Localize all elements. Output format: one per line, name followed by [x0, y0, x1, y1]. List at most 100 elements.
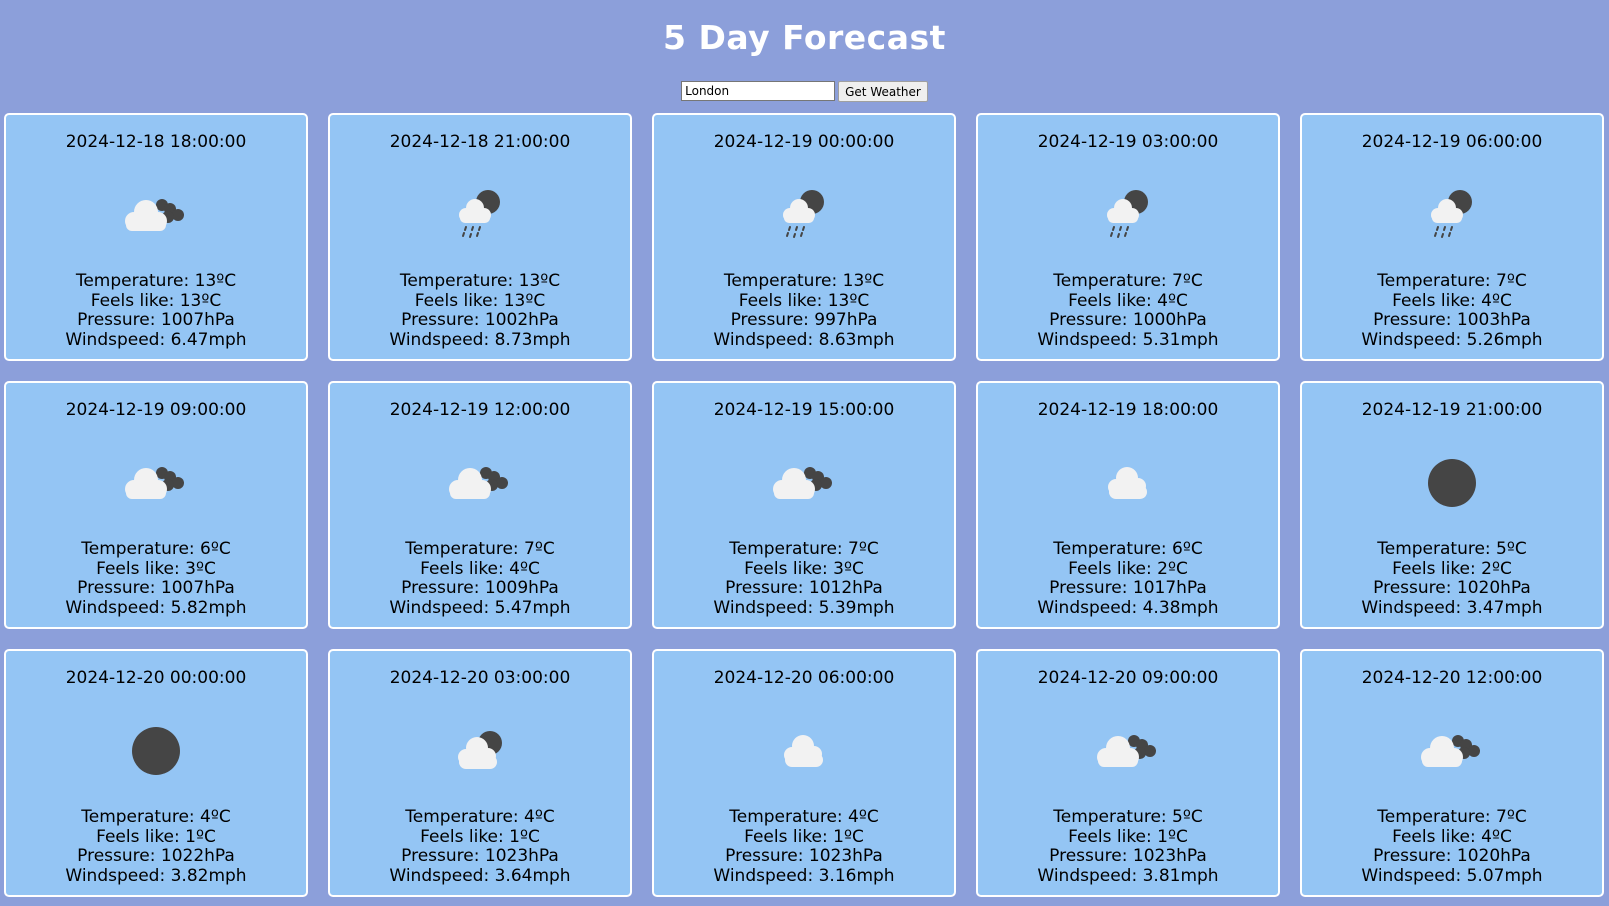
- feels-like-text: Feels like: 4ºC: [1392, 290, 1512, 311]
- temperature-text: Temperature: 4ºC: [81, 807, 231, 827]
- pressure-text: Pressure: 1002hPa: [401, 310, 559, 330]
- feels-like-text: Feels like: 1ºC: [1068, 826, 1188, 847]
- feels-like-text: Feels like: 1ºC: [744, 826, 864, 847]
- rain-night-icon: [440, 185, 520, 245]
- forecast-date: 2024-12-18 21:00:00: [389, 132, 571, 152]
- forecast-date: 2024-12-19 12:00:00: [389, 400, 571, 420]
- forecast-date: 2024-12-19 06:00:00: [1361, 132, 1543, 152]
- temperature-text: Temperature: 7ºC: [1377, 271, 1527, 291]
- temperature-text: Temperature: 13ºC: [399, 271, 561, 291]
- forecast-card: 2024-12-20 09:00:00 Temperature: 5ºC Fee…: [976, 649, 1280, 897]
- pressure-text: Pressure: 1009hPa: [401, 578, 559, 598]
- broken-clouds-icon: [116, 453, 196, 513]
- clear-night-icon: [116, 721, 196, 781]
- pressure-text: Pressure: 997hPa: [730, 310, 878, 330]
- pressure-text: Pressure: 1023hPa: [1049, 846, 1207, 866]
- forecast-card: 2024-12-19 15:00:00 Temperature: 7ºC Fee…: [652, 381, 956, 629]
- forecast-card: 2024-12-19 03:00:00 Temperature: 7ºC Fee…: [976, 113, 1280, 361]
- temperature-text: Temperature: 13ºC: [75, 271, 237, 291]
- feels-like-text: Feels like: 13ºC: [90, 290, 222, 311]
- forecast-card: 2024-12-20 03:00:00 Temperature: 4ºC Fee…: [328, 649, 632, 897]
- windspeed-text: Windspeed: 8.73mph: [389, 329, 571, 350]
- forecast-details: Temperature: 13ºC Feels like: 13ºC Press…: [6, 271, 306, 350]
- windspeed-text: Windspeed: 3.81mph: [1037, 865, 1219, 886]
- temperature-text: Temperature: 7ºC: [729, 539, 879, 559]
- broken-clouds-icon: [764, 453, 844, 513]
- pressure-text: Pressure: 1007hPa: [77, 578, 235, 598]
- feels-like-text: Feels like: 4ºC: [420, 558, 540, 579]
- forecast-date: 2024-12-18 18:00:00: [65, 132, 247, 152]
- forecast-details: Temperature: 13ºC Feels like: 13ºC Press…: [654, 271, 954, 350]
- feels-like-text: Feels like: 13ºC: [738, 290, 870, 311]
- search-bar: Get Weather: [0, 81, 1609, 102]
- pressure-text: Pressure: 1012hPa: [725, 578, 883, 598]
- forecast-details: Temperature: 6ºC Feels like: 2ºC Pressur…: [978, 539, 1278, 618]
- cloud-icon: [1088, 453, 1168, 513]
- forecast-date: 2024-12-20 12:00:00: [1361, 668, 1543, 688]
- pressure-text: Pressure: 1007hPa: [77, 310, 235, 330]
- pressure-text: Pressure: 1003hPa: [1373, 310, 1531, 330]
- rain-night-icon: [1412, 185, 1492, 245]
- broken-clouds-icon: [440, 453, 520, 513]
- forecast-card: 2024-12-20 00:00:00 Temperature: 4ºC Fee…: [4, 649, 308, 897]
- feels-like-text: Feels like: 3ºC: [744, 558, 864, 579]
- pressure-text: Pressure: 1020hPa: [1373, 578, 1531, 598]
- forecast-card: 2024-12-18 18:00:00 Temperature: 13ºC Fe…: [4, 113, 308, 361]
- windspeed-text: Windspeed: 5.82mph: [65, 597, 247, 618]
- forecast-details: Temperature: 7ºC Feels like: 4ºC Pressur…: [330, 539, 630, 618]
- forecast-card: 2024-12-19 18:00:00 Temperature: 6ºC Fee…: [976, 381, 1280, 629]
- cloud-icon: [764, 721, 844, 781]
- forecast-date: 2024-12-20 03:00:00: [389, 668, 571, 688]
- pressure-text: Pressure: 1000hPa: [1049, 310, 1207, 330]
- feels-like-text: Feels like: 1ºC: [96, 826, 216, 847]
- get-weather-button[interactable]: Get Weather: [838, 81, 928, 102]
- forecast-card: 2024-12-19 12:00:00 Temperature: 7ºC Fee…: [328, 381, 632, 629]
- windspeed-text: Windspeed: 5.31mph: [1037, 329, 1219, 350]
- forecast-details: Temperature: 7ºC Feels like: 4ºC Pressur…: [978, 271, 1278, 350]
- windspeed-text: Windspeed: 3.82mph: [65, 865, 247, 886]
- forecast-details: Temperature: 4ºC Feels like: 1ºC Pressur…: [6, 807, 306, 886]
- forecast-date: 2024-12-20 00:00:00: [65, 668, 247, 688]
- forecast-details: Temperature: 7ºC Feels like: 3ºC Pressur…: [654, 539, 954, 618]
- forecast-card: 2024-12-19 09:00:00 Temperature: 6ºC Fee…: [4, 381, 308, 629]
- temperature-text: Temperature: 5ºC: [1377, 539, 1527, 559]
- forecast-grid: 2024-12-18 18:00:00 Temperature: 13ºC Fe…: [4, 113, 1604, 897]
- temperature-text: Temperature: 4ºC: [405, 807, 555, 827]
- temperature-text: Temperature: 4ºC: [729, 807, 879, 827]
- forecast-card: 2024-12-20 06:00:00 Temperature: 4ºC Fee…: [652, 649, 956, 897]
- forecast-details: Temperature: 7ºC Feels like: 4ºC Pressur…: [1302, 807, 1602, 886]
- temperature-text: Temperature: 7ºC: [1053, 271, 1203, 291]
- broken-clouds-icon: [116, 185, 196, 245]
- forecast-date: 2024-12-19 18:00:00: [1037, 400, 1219, 420]
- forecast-card: 2024-12-18 21:00:00 Temperature: 13ºC Fe…: [328, 113, 632, 361]
- forecast-details: Temperature: 7ºC Feels like: 4ºC Pressur…: [1302, 271, 1602, 350]
- forecast-details: Temperature: 4ºC Feels like: 1ºC Pressur…: [330, 807, 630, 886]
- rain-night-icon: [1088, 185, 1168, 245]
- temperature-text: Temperature: 7ºC: [405, 539, 555, 559]
- broken-clouds-icon: [1088, 721, 1168, 781]
- broken-clouds-icon: [1412, 721, 1492, 781]
- temperature-text: Temperature: 7ºC: [1377, 807, 1527, 827]
- city-input[interactable]: [681, 81, 836, 101]
- feels-like-text: Feels like: 3ºC: [96, 558, 216, 579]
- forecast-date: 2024-12-20 06:00:00: [713, 668, 895, 688]
- forecast-card: 2024-12-20 12:00:00 Temperature: 7ºC Fee…: [1300, 649, 1604, 897]
- temperature-text: Temperature: 6ºC: [1053, 539, 1203, 559]
- feels-like-text: Feels like: 2ºC: [1068, 558, 1188, 579]
- windspeed-text: Windspeed: 5.39mph: [713, 597, 895, 618]
- pressure-text: Pressure: 1023hPa: [725, 846, 883, 866]
- forecast-date: 2024-12-19 03:00:00: [1037, 132, 1219, 152]
- page-title: 5 Day Forecast: [663, 18, 946, 57]
- windspeed-text: Windspeed: 5.26mph: [1361, 329, 1543, 350]
- forecast-card: 2024-12-19 21:00:00 Temperature: 5ºC Fee…: [1300, 381, 1604, 629]
- rain-night-icon: [764, 185, 844, 245]
- forecast-details: Temperature: 13ºC Feels like: 13ºC Press…: [330, 271, 630, 350]
- forecast-card: 2024-12-19 00:00:00 Temperature: 13ºC Fe…: [652, 113, 956, 361]
- forecast-date: 2024-12-19 09:00:00: [65, 400, 247, 420]
- windspeed-text: Windspeed: 4.38mph: [1037, 597, 1219, 618]
- feels-like-text: Feels like: 2ºC: [1392, 558, 1512, 579]
- windspeed-text: Windspeed: 3.47mph: [1361, 597, 1543, 618]
- feels-like-text: Feels like: 13ºC: [414, 290, 546, 311]
- windspeed-text: Windspeed: 6.47mph: [65, 329, 247, 350]
- temperature-text: Temperature: 13ºC: [723, 271, 885, 291]
